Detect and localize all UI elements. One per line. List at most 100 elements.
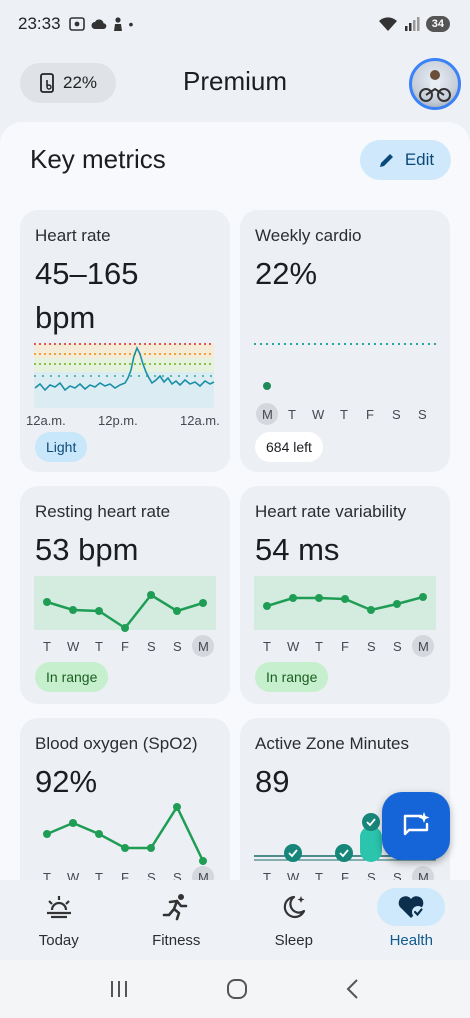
day-label: S <box>367 639 376 654</box>
azm-days: T W T F S S M <box>263 866 434 880</box>
card-title: Weekly cardio <box>255 226 362 245</box>
day-label: M <box>198 870 209 880</box>
cardio-point <box>263 382 271 390</box>
data-point <box>121 624 129 632</box>
nav-label: Sleep <box>274 932 313 949</box>
cloud-icon <box>91 19 106 29</box>
profile-avatar[interactable] <box>409 58 461 110</box>
nav-fitness[interactable]: Fitness <box>118 880 236 960</box>
data-point <box>43 598 51 606</box>
pencil-icon <box>379 154 393 167</box>
day-label: S <box>147 639 156 654</box>
heart-rate-card[interactable]: Heart rate 45–165 bpm 12a.m. 12p.m. 12a.… <box>20 210 230 472</box>
screenshot-icon <box>68 17 85 31</box>
card-title: Heart rate <box>35 226 111 245</box>
day-label: S <box>392 407 401 422</box>
section-title: Key metrics <box>30 144 166 174</box>
day-label: W <box>287 639 300 654</box>
card-title: Heart rate variability <box>255 502 407 521</box>
data-point <box>367 606 375 614</box>
day-label: T <box>315 639 323 654</box>
resting-heart-rate-card[interactable]: Resting heart rate 53 bpm T W T F S S M … <box>20 486 230 704</box>
weekly-cardio-card[interactable]: Weekly cardio 22% M T W T F S S 684 left <box>240 210 450 472</box>
data-point <box>289 594 297 602</box>
nav-icon-container <box>25 888 93 926</box>
home-icon[interactable] <box>225 977 249 1001</box>
day-label: W <box>67 870 80 880</box>
data-point <box>95 830 103 838</box>
hrv-value: 54 ms <box>255 532 340 567</box>
data-point <box>121 844 129 852</box>
hrv-card[interactable]: Heart rate variability 54 ms T W T F S S… <box>240 486 450 704</box>
day-label: T <box>43 870 51 880</box>
nav-label: Today <box>38 932 79 949</box>
day-label: S <box>173 870 182 880</box>
day-label: S <box>418 407 427 422</box>
resting-hr-days: T W T F S S M <box>43 635 214 657</box>
clock: 23:33 <box>18 14 61 33</box>
blood-oxygen-card[interactable]: Blood oxygen (SpO2) 92% T W T F S S M <box>20 718 230 880</box>
heart-rate-value: 45–165 bpm <box>35 252 138 340</box>
day-label: T <box>95 639 103 654</box>
sunrise-icon <box>46 896 71 919</box>
day-label: F <box>341 639 349 654</box>
data-point <box>95 607 103 615</box>
day-label: T <box>43 639 51 654</box>
nav-icon-container <box>142 888 210 926</box>
key-metrics-panel: Key metrics Edit Heart rate 45–165 bpm 1… <box>0 122 470 880</box>
data-point <box>173 803 181 811</box>
nav-label: Fitness <box>152 932 201 949</box>
heart-check-icon <box>398 896 425 918</box>
nav-health[interactable]: Health <box>353 880 470 960</box>
spo2-days: T W T F S S M <box>43 866 214 880</box>
dot-icon: • <box>128 16 134 32</box>
data-point <box>69 606 77 614</box>
azm-bar <box>360 826 382 862</box>
day-label: F <box>121 639 129 654</box>
day-label: F <box>121 870 129 880</box>
status-bar: 23:33 • 34 <box>0 0 470 48</box>
data-point <box>43 830 51 838</box>
moon-stars-icon <box>283 895 305 919</box>
spo2-chart <box>43 803 207 865</box>
back-icon[interactable] <box>343 977 363 1001</box>
data-point <box>69 819 77 827</box>
weekly-cardio-chart <box>254 343 436 390</box>
wifi-icon <box>378 17 397 31</box>
data-point <box>315 594 323 602</box>
recent-apps-icon[interactable] <box>107 978 131 1000</box>
hrv-chart <box>254 576 436 630</box>
nav-icon-container <box>377 888 446 926</box>
day-label: S <box>393 639 402 654</box>
day-label: T <box>263 870 271 880</box>
edit-button[interactable]: Edit <box>360 140 451 180</box>
day-label: W <box>287 870 300 880</box>
edit-label: Edit <box>404 150 435 169</box>
resting-hr-value: 53 bpm <box>35 532 139 567</box>
day-label: S <box>367 870 376 880</box>
day-label: M <box>198 639 209 654</box>
goal-check-icon <box>284 844 302 862</box>
x-tick: 12a.m. <box>26 413 66 428</box>
day-label: T <box>95 870 103 880</box>
day-label: M <box>262 407 273 422</box>
day-label: W <box>312 407 325 422</box>
top-app-bar: 22% Premium <box>0 48 470 122</box>
hrv-status-badge: In range <box>255 662 329 692</box>
spo2-line <box>46 804 205 862</box>
day-label: F <box>366 407 374 422</box>
card-title: Active Zone Minutes <box>255 734 410 753</box>
nav-sleep[interactable]: Sleep <box>235 880 353 960</box>
day-label: W <box>67 639 80 654</box>
ask-assistant-fab[interactable] <box>382 792 450 860</box>
heart-rate-zone-badge: Light <box>35 432 88 462</box>
notification-icons: • <box>68 16 134 32</box>
heart-rate-range: 45–165 <box>35 256 139 291</box>
nav-today[interactable]: Today <box>0 880 118 960</box>
day-label: S <box>393 870 402 880</box>
range-band <box>34 576 216 630</box>
day-label: T <box>340 407 348 422</box>
battery-indicator: 34 <box>425 16 450 32</box>
weekly-cardio-value: 22% <box>255 256 318 291</box>
page-title: Premium <box>182 66 287 96</box>
